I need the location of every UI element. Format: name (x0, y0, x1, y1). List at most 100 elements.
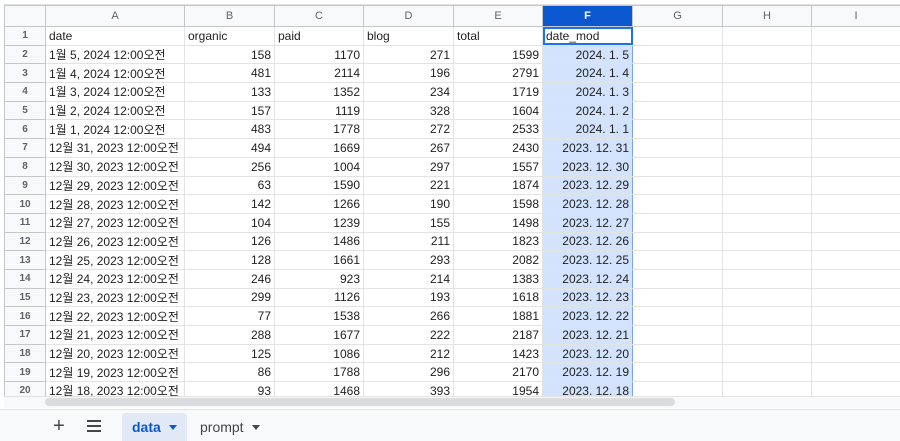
cell-c1[interactable]: paid (274, 26, 364, 46)
cell-c9[interactable]: 1590 (274, 175, 364, 196)
cell-c11[interactable]: 1239 (274, 212, 364, 233)
cell-h19[interactable] (722, 362, 812, 383)
cell-f20[interactable]: 2023. 12. 18 (542, 381, 633, 396)
column-header-b[interactable]: B (184, 5, 275, 27)
cell-b17[interactable]: 288 (184, 325, 275, 345)
cell-i19[interactable] (811, 362, 900, 383)
cell-i8[interactable] (811, 156, 900, 177)
cell-a20[interactable]: 12월 18, 2023 12:00오전 (45, 381, 185, 396)
cell-c3[interactable]: 2114 (274, 63, 364, 84)
cell-i14[interactable] (811, 268, 900, 289)
cell-i2[interactable] (811, 44, 900, 65)
cell-b8[interactable]: 256 (184, 156, 275, 177)
cell-e13[interactable]: 2082 (453, 250, 543, 270)
cell-a17[interactable]: 12월 21, 2023 12:00오전 (45, 325, 185, 345)
row-header[interactable]: 3 (4, 63, 46, 84)
cell-e9[interactable]: 1874 (453, 175, 543, 196)
cell-f13[interactable]: 2023. 12. 25 (542, 250, 633, 270)
cell-e17[interactable]: 2187 (453, 325, 543, 345)
cell-e7[interactable]: 2430 (453, 138, 543, 158)
cell-f4[interactable]: 2024. 1. 3 (542, 82, 633, 102)
cell-d12[interactable]: 211 (363, 231, 454, 252)
row-header[interactable]: 18 (4, 343, 46, 364)
cell-a9[interactable]: 12월 29, 2023 12:00오전 (45, 175, 185, 196)
cell-e5[interactable]: 1604 (453, 100, 543, 121)
cell-d1[interactable]: blog (363, 26, 454, 46)
cell-h16[interactable] (722, 306, 812, 326)
cell-a12[interactable]: 12월 26, 2023 12:00오전 (45, 231, 185, 252)
cell-i13[interactable] (811, 250, 900, 270)
cell-h6[interactable] (722, 119, 812, 140)
cell-g4[interactable] (632, 82, 723, 102)
row-header[interactable]: 5 (4, 100, 46, 121)
cell-c4[interactable]: 1352 (274, 82, 364, 102)
cell-b11[interactable]: 104 (184, 212, 275, 233)
cell-h7[interactable] (722, 138, 812, 158)
cell-d6[interactable]: 272 (363, 119, 454, 140)
chevron-down-icon[interactable] (251, 424, 260, 430)
cell-b12[interactable]: 126 (184, 231, 275, 252)
cell-f11[interactable]: 2023. 12. 27 (542, 212, 633, 233)
cell-e1[interactable]: total (453, 26, 543, 46)
cell-c10[interactable]: 1266 (274, 194, 364, 214)
cell-a15[interactable]: 12월 23, 2023 12:00오전 (45, 287, 185, 308)
cell-g20[interactable] (632, 381, 723, 396)
cell-a11[interactable]: 12월 27, 2023 12:00오전 (45, 212, 185, 233)
cell-h8[interactable] (722, 156, 812, 177)
cell-e3[interactable]: 2791 (453, 63, 543, 84)
row-header[interactable]: 6 (4, 119, 46, 140)
column-header-h[interactable]: H (722, 5, 812, 27)
row-header[interactable]: 19 (4, 362, 46, 383)
cell-a7[interactable]: 12월 31, 2023 12:00오전 (45, 138, 185, 158)
cell-d10[interactable]: 190 (363, 194, 454, 214)
tab-prompt[interactable]: prompt (190, 413, 270, 441)
tab-data[interactable]: data (122, 413, 187, 441)
cell-i7[interactable] (811, 138, 900, 158)
cell-e8[interactable]: 1557 (453, 156, 543, 177)
column-header-d[interactable]: D (363, 5, 454, 27)
cell-h1[interactable] (722, 26, 812, 46)
cell-g14[interactable] (632, 268, 723, 289)
cell-e2[interactable]: 1599 (453, 44, 543, 65)
cell-g5[interactable] (632, 100, 723, 121)
cell-c5[interactable]: 1119 (274, 100, 364, 121)
column-header-e[interactable]: E (453, 5, 543, 27)
cell-h12[interactable] (722, 231, 812, 252)
cell-b6[interactable]: 483 (184, 119, 275, 140)
cell-i18[interactable] (811, 343, 900, 364)
cell-c8[interactable]: 1004 (274, 156, 364, 177)
cell-h4[interactable] (722, 82, 812, 102)
cell-a2[interactable]: 1월 5, 2024 12:00오전 (45, 44, 185, 65)
cell-h13[interactable] (722, 250, 812, 270)
cell-b10[interactable]: 142 (184, 194, 275, 214)
cell-e14[interactable]: 1383 (453, 268, 543, 289)
cell-b9[interactable]: 63 (184, 175, 275, 196)
cell-g8[interactable] (632, 156, 723, 177)
cell-e19[interactable]: 2170 (453, 362, 543, 383)
cell-d15[interactable]: 193 (363, 287, 454, 308)
cell-f19[interactable]: 2023. 12. 19 (542, 362, 633, 383)
cell-g9[interactable] (632, 175, 723, 196)
cell-g6[interactable] (632, 119, 723, 140)
all-sheets-button[interactable] (84, 417, 104, 437)
cell-c12[interactable]: 1486 (274, 231, 364, 252)
cell-a14[interactable]: 12월 24, 2023 12:00오전 (45, 268, 185, 289)
cell-d18[interactable]: 212 (363, 343, 454, 364)
row-header[interactable]: 20 (4, 381, 46, 396)
cell-i5[interactable] (811, 100, 900, 121)
cell-e12[interactable]: 1823 (453, 231, 543, 252)
cell-d8[interactable]: 297 (363, 156, 454, 177)
cell-a4[interactable]: 1월 3, 2024 12:00오전 (45, 82, 185, 102)
add-sheet-button[interactable]: + (48, 416, 70, 438)
cell-c18[interactable]: 1086 (274, 343, 364, 364)
cell-b14[interactable]: 246 (184, 268, 275, 289)
cell-h11[interactable] (722, 212, 812, 233)
row-header[interactable]: 10 (4, 194, 46, 214)
cell-i1[interactable] (811, 26, 900, 46)
cell-b15[interactable]: 299 (184, 287, 275, 308)
cell-g10[interactable] (632, 194, 723, 214)
cell-d5[interactable]: 328 (363, 100, 454, 121)
cell-d20[interactable]: 393 (363, 381, 454, 396)
cell-d2[interactable]: 271 (363, 44, 454, 65)
cell-i9[interactable] (811, 175, 900, 196)
